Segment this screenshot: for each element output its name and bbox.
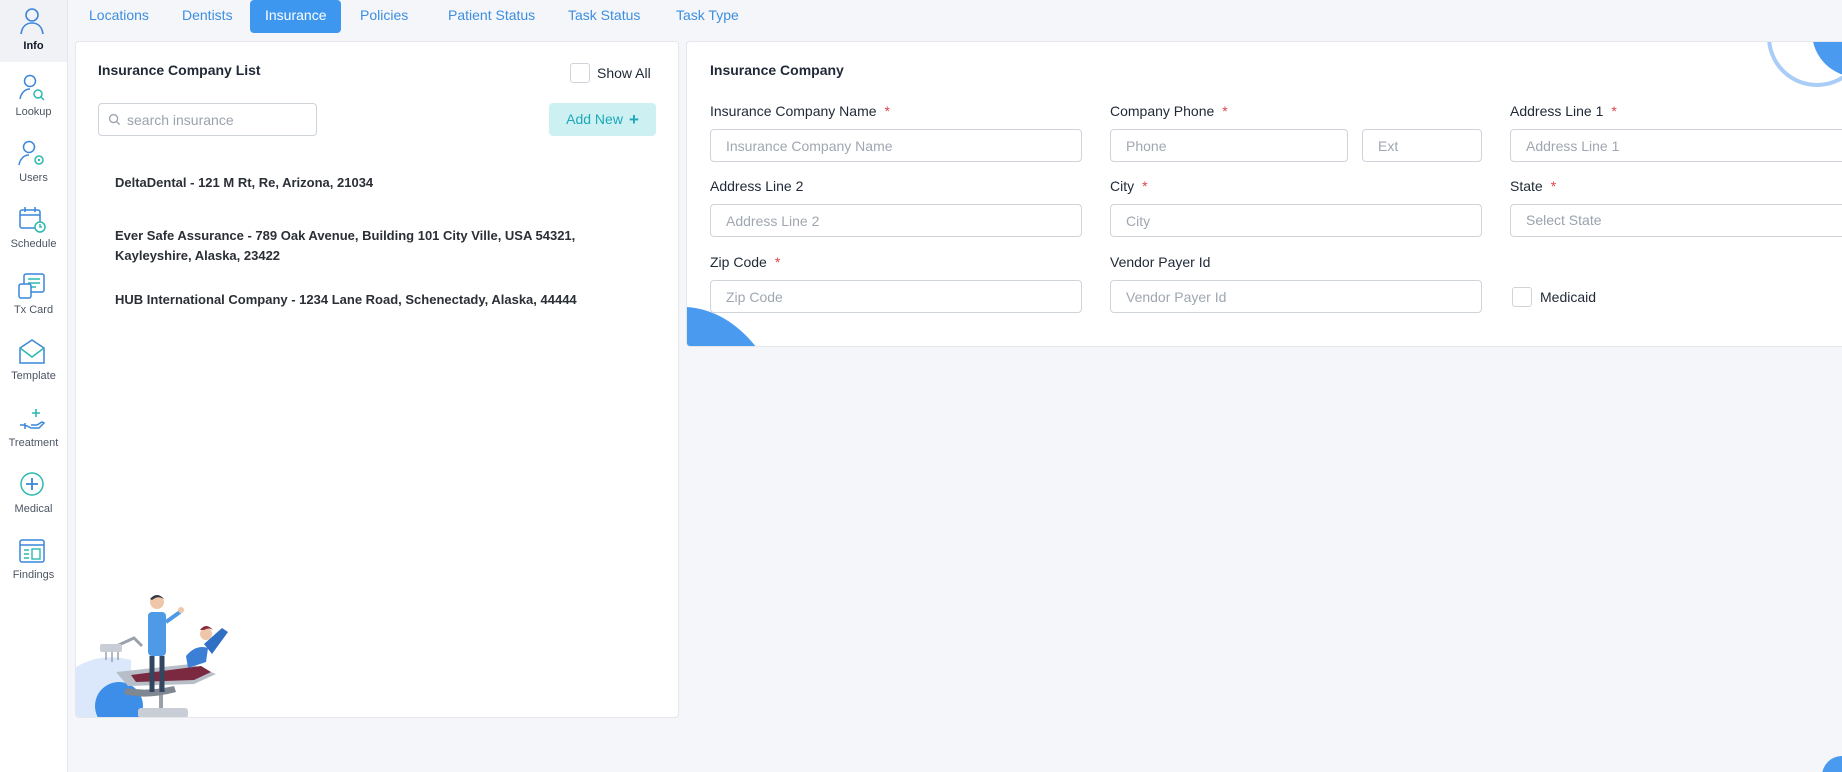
required-marker: * [1550,178,1557,194]
search-insurance-box [98,103,317,136]
company-phone-label-text: Company Phone [1110,103,1215,119]
users-icon [18,140,44,166]
tab-insurance[interactable]: Insurance [250,0,342,33]
city-label-text: City [1110,178,1135,194]
address1-input[interactable] [1510,129,1842,162]
tx-card-icon [18,273,45,299]
sidebar-item-label: Lookup [15,106,52,118]
findings-icon [19,539,45,563]
sidebar-item-lookup[interactable]: Lookup [0,66,67,128]
address1-label: Address Line 1 * [1510,103,1617,119]
sidebar-item-users[interactable]: Users [0,132,67,194]
address2-label-text: Address Line 2 [710,178,804,194]
required-marker: * [1611,103,1617,119]
company-phone-label: Company Phone * [1110,103,1228,119]
company-phone-input[interactable] [1110,129,1348,162]
show-all-label: Show All [597,65,651,81]
phone-ext-input[interactable] [1362,129,1482,162]
treatment-hand-icon [20,409,46,429]
search-icon [108,113,121,126]
required-marker: * [774,254,781,270]
zip-label-text: Zip Code [710,254,767,270]
vendor-payer-id-label-text: Vendor Payer Id [1110,254,1211,270]
insurance-list-item[interactable]: DeltaDental - 121 M Rt, Re, Arizona, 210… [115,173,595,193]
tab-task-type[interactable]: Task Type [661,0,754,33]
dental-illustration [76,595,228,717]
insurance-list-item[interactable]: Ever Safe Assurance - 789 Oak Avenue, Bu… [115,226,595,266]
sidebar-item-label: Users [19,172,48,184]
user-icon [20,8,44,35]
sidebar-item-label: Treatment [8,437,59,449]
sidebar-item-template[interactable]: Template [0,330,67,392]
address1-label-text: Address Line 1 [1510,103,1604,119]
sidebar-item-label: Findings [12,569,55,581]
sidebar-item-info[interactable]: Info [0,0,67,62]
sidebar: Info Lookup Users Schedule Tx Card Templ… [0,0,68,772]
tab-dentists[interactable]: Dentists [167,0,248,33]
vendor-payer-id-label: Vendor Payer Id [1110,254,1210,270]
tab-policies[interactable]: Policies [345,0,423,33]
show-all-checkbox[interactable] [570,63,590,83]
form-title: Insurance Company [710,62,844,78]
address2-input[interactable] [710,204,1082,237]
required-marker: * [1222,103,1228,119]
calendar-icon [19,207,46,233]
zip-label: Zip Code * [710,254,780,270]
state-label: State * [1510,178,1556,194]
plus-icon: + [628,109,639,129]
list-panel-title: Insurance Company List [98,62,261,78]
company-name-input[interactable] [710,129,1082,162]
sidebar-item-label: Template [11,370,56,382]
tab-task-status[interactable]: Task Status [553,0,655,33]
sidebar-item-treatment[interactable]: Treatment [0,397,67,459]
insurance-list-panel: Insurance Company List Show All Add New +… [75,41,679,718]
address2-label: Address Line 2 [710,178,803,194]
vendor-payer-id-input[interactable] [1110,280,1482,313]
decorative-corner [1822,756,1842,772]
city-input[interactable] [1110,204,1482,237]
sidebar-item-label: Schedule [10,238,57,250]
company-name-label: Insurance Company Name * [710,103,890,119]
search-insurance-input[interactable] [127,104,313,135]
sidebar-item-schedule[interactable]: Schedule [0,198,67,260]
state-select[interactable]: Select State [1510,204,1842,237]
city-label: City * [1110,178,1148,194]
add-new-button[interactable]: Add New + [549,103,656,136]
sidebar-item-findings[interactable]: Findings [0,529,67,591]
sidebar-item-label: Tx Card [13,304,54,316]
sidebar-item-label: Medical [14,503,53,515]
envelope-icon [19,339,45,364]
sidebar-item-tx-card[interactable]: Tx Card [0,264,67,326]
company-name-label-text: Insurance Company Name [710,103,877,119]
required-marker: * [884,103,890,119]
sidebar-item-medical[interactable]: Medical [0,463,67,525]
sidebar-item-label: Info [23,40,44,52]
medicaid-checkbox[interactable] [1512,287,1532,307]
medical-cross-icon [20,472,44,496]
insurance-list-item[interactable]: HUB International Company - 1234 Lane Ro… [115,290,595,310]
insurance-form-panel: Insurance Company Insurance Company Name… [686,41,1842,347]
tab-patient-status[interactable]: Patient Status [433,0,550,33]
zip-input[interactable] [710,280,1082,313]
lookup-icon [19,74,45,101]
state-label-text: State [1510,178,1543,194]
tab-locations[interactable]: Locations [74,0,164,33]
required-marker: * [1142,178,1148,194]
medicaid-label: Medicaid [1540,289,1597,305]
add-new-label: Add New [566,110,623,127]
